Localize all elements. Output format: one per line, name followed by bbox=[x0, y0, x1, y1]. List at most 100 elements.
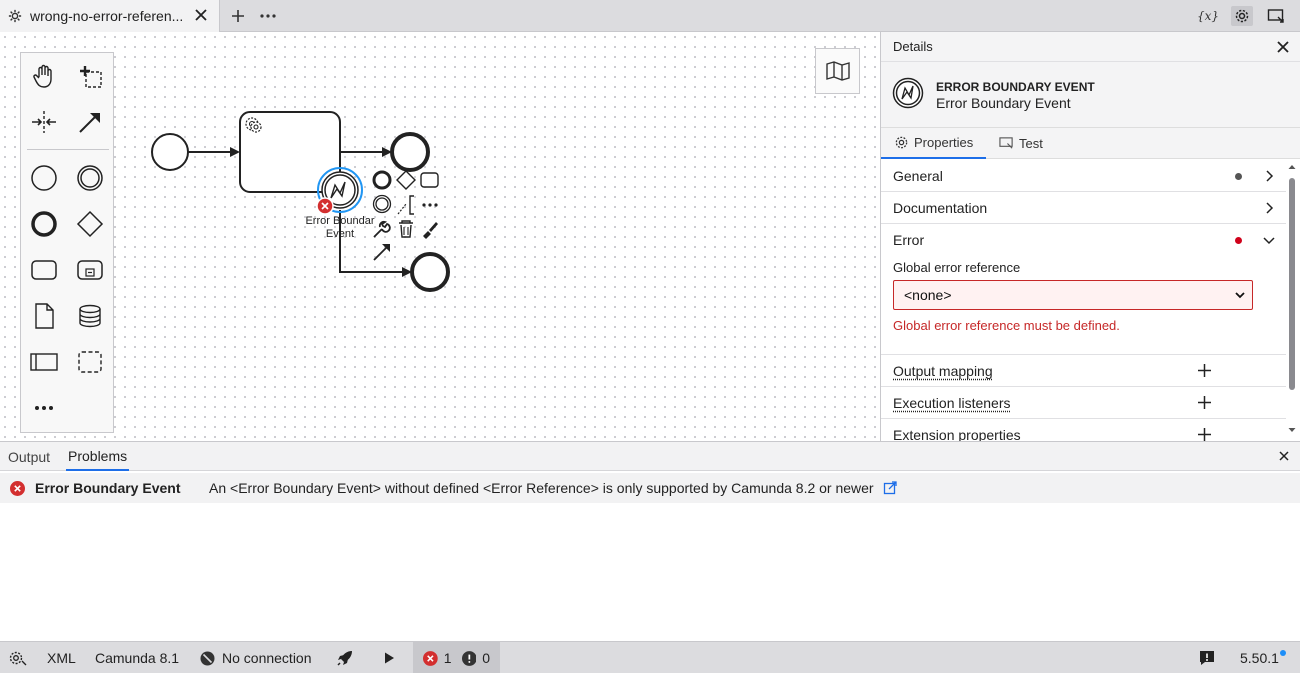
settings-button[interactable] bbox=[8, 642, 28, 673]
gear-icon bbox=[1235, 9, 1249, 23]
feedback-button[interactable] bbox=[1198, 642, 1216, 673]
append-task-icon[interactable] bbox=[420, 172, 439, 188]
append-end-event-icon[interactable] bbox=[372, 170, 392, 190]
xml-button[interactable]: XML bbox=[47, 642, 76, 673]
context-pad bbox=[372, 170, 439, 261]
error-marker-icon bbox=[316, 197, 334, 215]
connection-status-label: No connection bbox=[222, 650, 312, 666]
element-type: ERROR BOUNDARY EVENT bbox=[936, 80, 1095, 94]
tab-properties-label: Properties bbox=[914, 135, 974, 150]
run-button[interactable] bbox=[382, 642, 396, 673]
tab-output[interactable]: Output bbox=[6, 442, 52, 471]
more-options-icon[interactable] bbox=[422, 203, 438, 207]
property-groups: General Documentation Error Global error… bbox=[881, 160, 1286, 441]
errors-count: 1 bbox=[443, 650, 452, 666]
group-error-body: Global error reference <none> Global err… bbox=[881, 256, 1286, 355]
properties-panel: Details ERROR BOUNDARY EVENT Error Bound… bbox=[880, 32, 1300, 441]
gear-icon bbox=[8, 9, 22, 23]
group-execution-listeners[interactable]: Execution listeners bbox=[881, 387, 1286, 419]
start-event[interactable] bbox=[151, 133, 189, 171]
error-icon bbox=[423, 650, 438, 666]
details-scrollbar[interactable] bbox=[1287, 160, 1297, 438]
chevron-right-icon bbox=[1266, 202, 1274, 214]
no-connection-icon bbox=[200, 651, 215, 665]
group-general[interactable]: General bbox=[881, 160, 1286, 192]
version-label: 5.50.1 bbox=[1240, 650, 1279, 666]
new-tab-button[interactable] bbox=[228, 6, 248, 26]
external-link-icon[interactable] bbox=[883, 481, 897, 495]
chevron-right-icon bbox=[1266, 170, 1274, 182]
bottom-panel-tabs: Output Problems bbox=[0, 442, 1300, 471]
group-extension-properties[interactable]: Extension properties bbox=[881, 419, 1286, 441]
tab-problems-label: Problems bbox=[68, 447, 128, 464]
data-indicator-dot bbox=[1235, 173, 1242, 180]
tab-output-label: Output bbox=[8, 448, 51, 465]
chevron-down-icon bbox=[1235, 292, 1245, 299]
close-tab-icon[interactable] bbox=[193, 7, 209, 23]
plus-icon[interactable] bbox=[1197, 395, 1212, 410]
field-error-message: Global error reference must be defined. bbox=[893, 318, 1120, 333]
screen-play-icon bbox=[999, 137, 1013, 149]
rocket-icon bbox=[337, 651, 352, 666]
file-tab[interactable]: wrong-no-error-referen... bbox=[0, 0, 220, 32]
plus-icon[interactable] bbox=[1197, 363, 1212, 378]
problem-element: Error Boundary Event bbox=[35, 480, 181, 496]
global-error-reference-select[interactable]: <none> bbox=[893, 280, 1253, 310]
connection-status-button[interactable]: No connection bbox=[200, 642, 312, 673]
modeler-canvas[interactable]: Error Boundar Event bbox=[0, 32, 880, 441]
group-execution-listeners-label: Execution listeners bbox=[893, 394, 1011, 411]
tab-test[interactable]: Test bbox=[999, 128, 1043, 159]
details-title: Details bbox=[893, 39, 933, 54]
arrow-head bbox=[230, 147, 240, 157]
error-icon bbox=[10, 481, 25, 496]
boundary-event-label-1: Error Boundar bbox=[305, 215, 374, 227]
properties-panel-toggle[interactable] bbox=[1231, 6, 1253, 26]
close-icon[interactable] bbox=[1278, 450, 1290, 462]
append-intermediate-event-icon[interactable] bbox=[372, 194, 392, 214]
tab-problems[interactable]: Problems bbox=[66, 442, 130, 471]
delete-icon[interactable] bbox=[399, 220, 413, 238]
gear-icon bbox=[895, 136, 908, 149]
play-icon bbox=[385, 652, 394, 664]
connect-arrow-icon[interactable] bbox=[373, 244, 390, 261]
error-end-event[interactable] bbox=[410, 252, 450, 292]
error-boundary-event-icon bbox=[892, 77, 924, 109]
variables-icon: {x} bbox=[1196, 9, 1220, 23]
group-documentation[interactable]: Documentation bbox=[881, 192, 1286, 224]
paintbrush-icon[interactable] bbox=[423, 222, 438, 239]
global-error-reference-label: Global error reference bbox=[893, 260, 1021, 275]
settings-gear-icon bbox=[9, 651, 27, 666]
deploy-panel-toggle[interactable] bbox=[1266, 6, 1286, 26]
xml-label: XML bbox=[47, 650, 76, 666]
file-tab-label: wrong-no-error-referen... bbox=[30, 8, 184, 24]
details-tabs: Properties Test bbox=[881, 128, 1300, 159]
element-name: Error Boundary Event bbox=[936, 95, 1071, 111]
engine-version-label: Camunda 8.1 bbox=[95, 650, 180, 666]
deploy-button[interactable] bbox=[335, 642, 355, 673]
more-tabs-icon[interactable] bbox=[258, 6, 278, 26]
append-gateway-icon[interactable] bbox=[396, 170, 416, 190]
bottom-panel: Output Problems Error Boundary Event An … bbox=[0, 441, 1300, 641]
chevron-down-icon bbox=[1263, 237, 1275, 245]
text-annotation-icon[interactable] bbox=[397, 195, 414, 215]
feedback-icon bbox=[1200, 651, 1214, 665]
version-button[interactable]: 5.50.1 bbox=[1240, 642, 1286, 673]
status-bar: XML Camunda 8.1 No connection 1 0 5.50.1 bbox=[0, 641, 1300, 673]
end-event[interactable] bbox=[390, 132, 430, 172]
group-extension-properties-label: Extension properties bbox=[893, 426, 1021, 442]
group-error-label: Error bbox=[893, 232, 925, 248]
warnings-count: 0 bbox=[482, 650, 490, 666]
group-general-label: General bbox=[893, 167, 943, 184]
tab-bar: wrong-no-error-referen... {x} bbox=[0, 0, 1300, 32]
close-icon[interactable] bbox=[1276, 40, 1290, 54]
problems-summary-button[interactable]: 1 0 bbox=[413, 642, 500, 673]
plus-icon[interactable] bbox=[1197, 427, 1212, 441]
engine-version-button[interactable]: Camunda 8.1 bbox=[95, 642, 179, 673]
variables-button[interactable]: {x} bbox=[1196, 6, 1220, 26]
tab-properties[interactable]: Properties bbox=[881, 128, 986, 159]
group-output-mapping[interactable]: Output mapping bbox=[881, 355, 1286, 387]
group-error[interactable]: Error bbox=[881, 224, 1286, 256]
wrench-icon[interactable] bbox=[373, 220, 391, 238]
problem-row[interactable]: Error Boundary Event An <Error Boundary … bbox=[0, 473, 1300, 503]
update-indicator-dot bbox=[1279, 650, 1286, 656]
